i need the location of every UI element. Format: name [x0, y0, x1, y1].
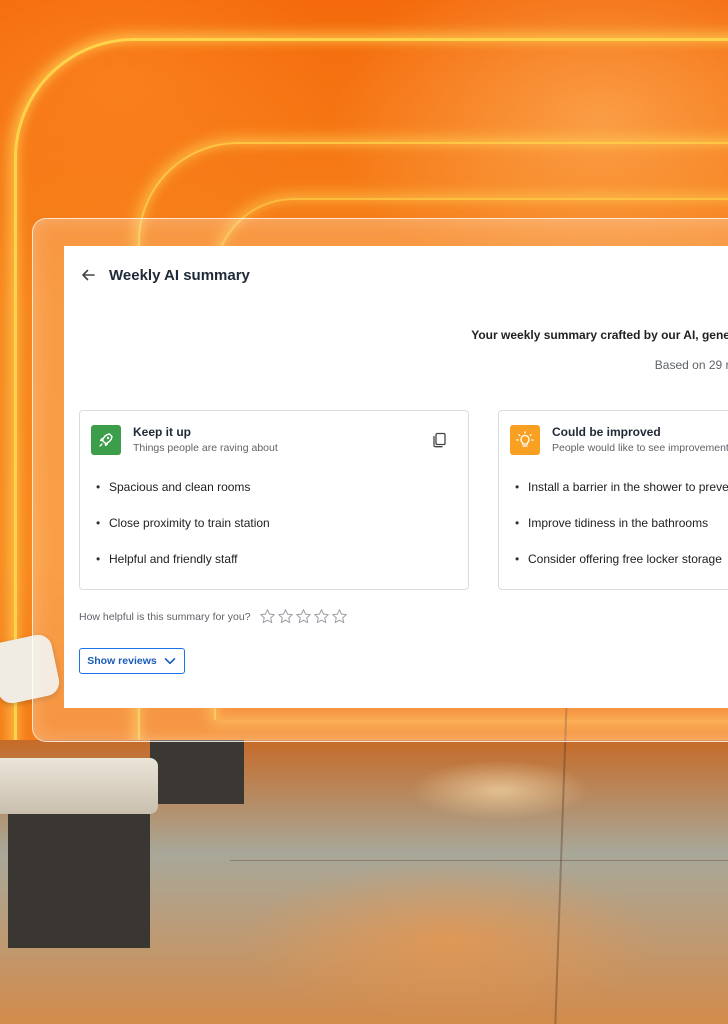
page-title: Weekly AI summary [109, 266, 250, 284]
chevron-down-icon [164, 658, 176, 665]
star-icon[interactable] [313, 608, 330, 625]
rating-question: How helpful is this summary for you? [79, 610, 251, 623]
reviews-count: Based on 29 reviews [654, 357, 728, 372]
list-item: • Helpful and friendly staff [96, 552, 238, 566]
summary-description: Your weekly summary crafted by our AI, g… [471, 328, 728, 342]
arrow-left-icon [82, 269, 95, 281]
helpfulness-rating: How helpful is this summary for you? [79, 608, 349, 625]
list-item: • Consider offering free locker storage [515, 552, 722, 566]
lightbulb-icon [510, 425, 540, 455]
card-subtitle: Things people are raving about [133, 442, 278, 454]
bench-base [8, 808, 150, 948]
list-item: • Improve tidiness in the bathrooms [515, 516, 709, 530]
positive-list: • Spacious and clean rooms • Close proximi… [96, 479, 270, 587]
show-reviews-button[interactable]: Show reviews [79, 648, 185, 674]
rocket-icon [91, 425, 121, 455]
bench-cushion [0, 758, 158, 814]
weekly-summary-panel: Weekly AI summary Your weekly summary cr… [64, 246, 728, 708]
copy-icon [433, 432, 446, 448]
star-icon[interactable] [331, 608, 348, 625]
star-icon[interactable] [295, 608, 312, 625]
floor-seam [230, 860, 728, 861]
floor-reflection [240, 860, 660, 1020]
could-be-improved-card: Could be improved People would like to s… [498, 410, 728, 590]
back-button[interactable] [75, 262, 101, 288]
bench-base [150, 740, 244, 804]
star-icon[interactable] [277, 608, 294, 625]
keep-it-up-card: Keep it up Things people are raving abou… [79, 410, 469, 590]
list-item: • Spacious and clean rooms [96, 480, 251, 494]
reviews-count-row: Based on 29 reviews ? [64, 356, 728, 373]
show-reviews-label: Show reviews [87, 655, 157, 667]
card-title: Could be improved [552, 425, 661, 439]
copy-button[interactable] [430, 431, 448, 449]
improvement-list: • Install a barrier in the shower to prev… [515, 479, 728, 587]
card-subtitle: People would like to see improvements [552, 442, 728, 454]
card-title: Keep it up [133, 425, 192, 439]
list-item: • Install a barrier in the shower to prev… [515, 480, 728, 494]
panel-header: Weekly AI summary [64, 246, 728, 304]
star-icon[interactable] [259, 608, 276, 625]
list-item: • Close proximity to train station [96, 516, 270, 530]
